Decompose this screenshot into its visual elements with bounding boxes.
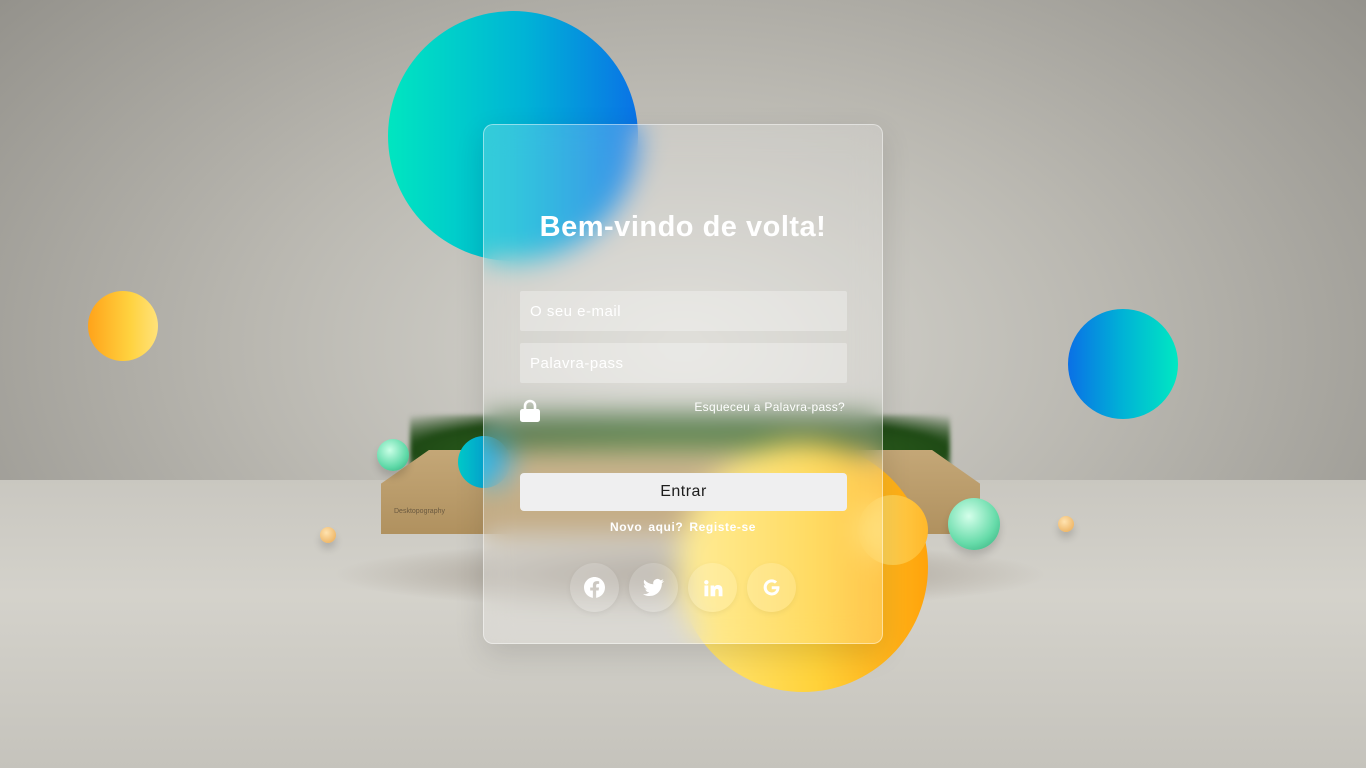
background-bead bbox=[1058, 516, 1074, 532]
twitter-login-button[interactable] bbox=[629, 563, 678, 612]
background-bead bbox=[320, 527, 336, 543]
login-button[interactable]: Entrar bbox=[520, 473, 847, 511]
google-login-button[interactable] bbox=[747, 563, 796, 612]
login-title: Bem-vindo de volta! bbox=[539, 211, 827, 243]
signup-link[interactable]: Registe-se bbox=[689, 520, 756, 534]
social-login-row bbox=[484, 563, 882, 612]
login-card: Bem-vindo de volta! Esqueceu a Palavra-p… bbox=[483, 124, 883, 644]
email-field[interactable] bbox=[520, 291, 847, 331]
planter-caption: Desktopography bbox=[394, 508, 445, 515]
background-bead bbox=[948, 498, 1000, 550]
forgot-password-link[interactable]: Esqueceu a Palavra-pass? bbox=[694, 400, 845, 414]
facebook-login-button[interactable] bbox=[570, 563, 619, 612]
signup-prefix-here: aqui? bbox=[648, 520, 684, 534]
twitter-icon bbox=[643, 578, 664, 597]
facebook-icon bbox=[584, 577, 605, 598]
linkedin-login-button[interactable] bbox=[688, 563, 737, 612]
password-field[interactable] bbox=[520, 343, 847, 383]
google-icon bbox=[763, 579, 780, 596]
signup-row: Novo aqui? Registe-se bbox=[484, 520, 882, 534]
decor-circle-blue bbox=[1068, 309, 1178, 419]
linkedin-icon bbox=[704, 580, 723, 597]
decor-circle-orange bbox=[88, 291, 158, 361]
background-bead bbox=[377, 439, 409, 471]
lock-icon bbox=[519, 399, 541, 423]
signup-prefix-new: Novo bbox=[609, 520, 643, 534]
